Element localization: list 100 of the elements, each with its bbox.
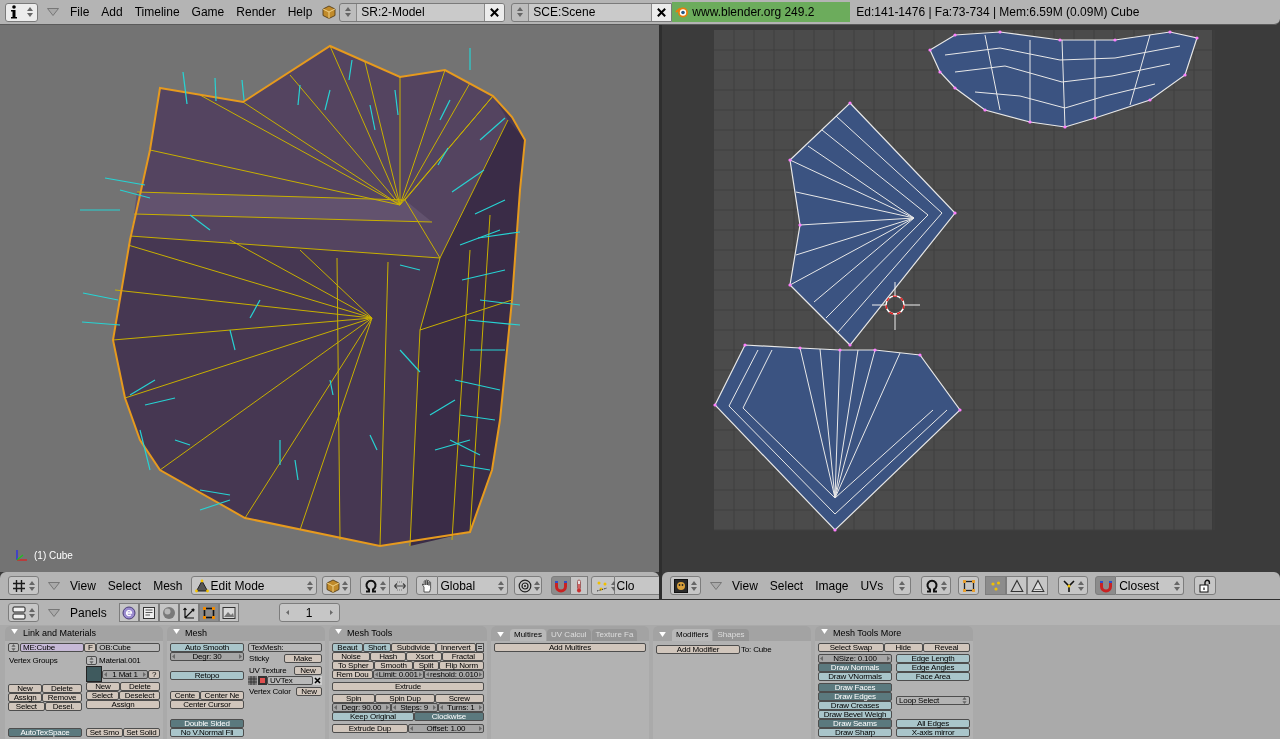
text-field[interactable]: UVTex [267, 676, 313, 685]
lock-button[interactable] [1194, 576, 1217, 595]
number-field[interactable]: Degr: 30 [170, 652, 244, 661]
toggle-button[interactable]: Face Area [896, 672, 970, 681]
pivot-dropdown[interactable] [921, 576, 952, 595]
toggle-button[interactable]: AutoTexSpace [8, 728, 82, 737]
menu-item[interactable]: View [64, 576, 102, 595]
context-tab[interactable] [118, 603, 139, 622]
dropdown-menu[interactable]: Loop Select [896, 695, 970, 705]
menu-item[interactable]: Render [230, 2, 282, 22]
toggle-button[interactable]: Draw VNormals [818, 672, 892, 681]
select-mode-button[interactable] [1027, 576, 1049, 595]
browse-button[interactable] [86, 655, 97, 665]
uv-island[interactable] [788, 101, 957, 347]
collapse-triangle-icon[interactable] [173, 629, 180, 634]
right-arrow-icon[interactable] [432, 705, 436, 710]
menu-item[interactable]: Panels [64, 603, 113, 622]
select-mode-button[interactable] [1006, 576, 1028, 595]
panel-button[interactable]: ? [148, 669, 160, 679]
menu-item[interactable]: Add [95, 2, 129, 22]
text-field[interactable]: TexMesh: [248, 643, 322, 652]
snap-option-button[interactable] [570, 576, 588, 595]
menu-item[interactable]: File [64, 2, 96, 22]
number-field[interactable]: reshold: 0.010 [423, 670, 484, 679]
delete-button[interactable] [484, 3, 505, 21]
left-arrow-icon[interactable] [409, 726, 413, 731]
grid-icon[interactable] [248, 676, 257, 685]
left-arrow-icon[interactable] [172, 654, 175, 659]
menu-item[interactable]: Image [809, 576, 855, 595]
collapse-triangle-icon[interactable] [659, 632, 666, 637]
snap-toggle[interactable] [1095, 576, 1117, 595]
panel-button[interactable]: Extrude Dup [332, 724, 408, 733]
left-arrow-icon[interactable] [285, 610, 289, 615]
panel-button[interactable]: Add Multires [494, 643, 646, 652]
collapse-triangle-icon[interactable] [48, 608, 60, 617]
menu-item[interactable]: Help [281, 2, 319, 22]
editor-type-button[interactable] [8, 576, 39, 595]
scene-name-field[interactable]: SCE:Scene [529, 3, 652, 21]
panel-button[interactable]: Hide [883, 643, 923, 652]
toggle-button[interactable]: Retopo [170, 671, 244, 681]
pivot-dropdown[interactable] [359, 576, 390, 595]
panel-button[interactable]: F [84, 643, 97, 652]
snap-toggle[interactable] [550, 576, 571, 595]
panel-button[interactable]: Assign [86, 700, 160, 709]
text-field[interactable]: OB:Cube [96, 643, 160, 652]
collapse-triangle-icon[interactable] [497, 632, 504, 637]
panel-button[interactable]: Add Modifier [656, 644, 741, 654]
image-browse-button[interactable] [893, 576, 912, 595]
toggle-button[interactable]: Double Sided [170, 719, 244, 728]
delete-button[interactable] [651, 3, 672, 21]
right-arrow-icon[interactable] [239, 654, 242, 659]
collapse-triangle-icon[interactable] [821, 629, 828, 634]
right-arrow-icon[interactable] [479, 705, 482, 710]
menu-item[interactable]: Select [763, 576, 810, 595]
toggle-button[interactable]: Draw Sharp [818, 728, 892, 737]
uv-island[interactable] [928, 30, 1199, 129]
menu-item[interactable]: View [726, 576, 764, 595]
manipulator-button[interactable] [389, 576, 408, 595]
panel-button[interactable]: Center Ne [199, 690, 244, 700]
collapse-triangle-icon[interactable] [47, 8, 59, 16]
toggle-button[interactable]: Clockwise [413, 712, 484, 721]
right-arrow-icon[interactable] [479, 672, 482, 677]
right-arrow-icon[interactable] [418, 672, 422, 677]
close-icon[interactable] [313, 676, 322, 685]
uv-island[interactable] [713, 343, 962, 532]
left-arrow-icon[interactable] [392, 705, 396, 710]
right-arrow-icon[interactable] [329, 610, 333, 615]
panel-button[interactable]: Center Cursor [170, 699, 244, 709]
number-field[interactable]: Limit: 0.001 [372, 670, 424, 679]
snap-target-dropdown[interactable]: Closest [1116, 576, 1185, 595]
color-swatch-icon[interactable] [86, 666, 102, 682]
number-field[interactable]: Offset: 1.00 [407, 724, 484, 733]
snap-target-dropdown[interactable]: Clo [614, 576, 659, 595]
panel-button[interactable]: Delete [41, 683, 82, 693]
manipulator-mode-button[interactable] [415, 576, 438, 595]
collapse-triangle-icon[interactable] [335, 629, 342, 634]
panel-button[interactable]: Select Swap [818, 643, 884, 652]
menu-item[interactable]: Timeline [128, 2, 186, 22]
panel-button[interactable]: Set Smo [86, 728, 123, 737]
left-arrow-icon[interactable] [374, 672, 378, 677]
left-arrow-icon[interactable] [104, 671, 107, 677]
panel-button[interactable]: Assign [8, 692, 43, 702]
left-arrow-icon[interactable] [439, 705, 443, 710]
panel-button[interactable]: New [8, 683, 42, 693]
menu-item[interactable]: Game [185, 2, 231, 22]
sync-select-button[interactable] [958, 576, 980, 595]
collapse-triangle-icon[interactable] [710, 581, 722, 590]
toggle-button[interactable]: Keep Original [332, 712, 414, 721]
proportional-dropdown[interactable] [513, 576, 542, 595]
image-icon[interactable] [258, 676, 267, 685]
panel-button[interactable]: Make [283, 653, 322, 663]
panel-button[interactable]: Remove [42, 692, 82, 702]
draw-type-dropdown[interactable] [321, 576, 351, 595]
right-arrow-icon[interactable] [385, 705, 389, 710]
panel-button[interactable]: Select [8, 701, 45, 711]
right-arrow-icon[interactable] [143, 671, 146, 677]
panel-button[interactable]: New [296, 686, 322, 696]
orientation-dropdown[interactable]: Global [437, 576, 508, 595]
panel-button[interactable]: Reveal [922, 643, 970, 652]
editor-type-button[interactable] [670, 576, 701, 595]
